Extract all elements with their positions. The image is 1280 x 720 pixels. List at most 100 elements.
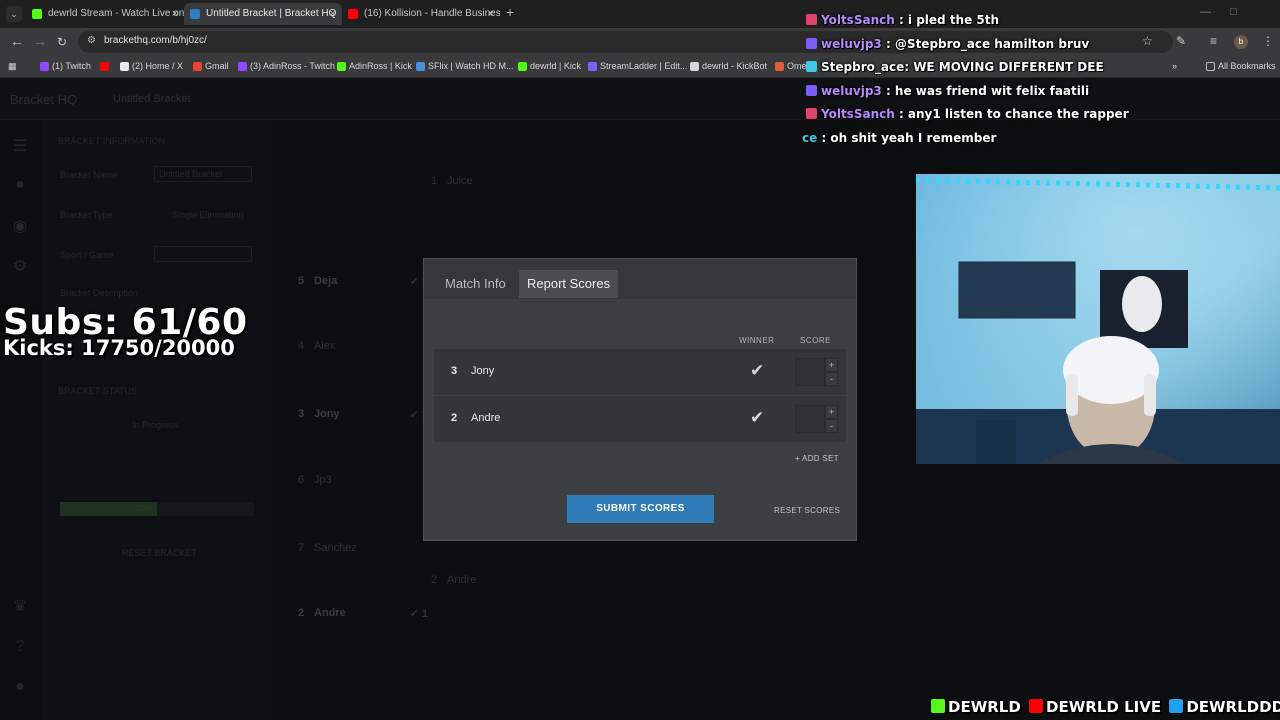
palette-icon[interactable]: ◉ — [10, 216, 30, 236]
score-decrement-button[interactable]: - — [825, 372, 838, 386]
participant-name: Andre — [471, 412, 501, 424]
kickbot-icon — [690, 62, 699, 71]
extensions-icon[interactable]: ✎ — [1176, 34, 1186, 48]
twitch-icon — [40, 62, 49, 71]
kick-icon — [518, 62, 527, 71]
maximize-icon[interactable]: □ — [1230, 6, 1237, 18]
settings-gear-icon[interactable]: ⚙ — [10, 256, 30, 276]
close-tab-icon[interactable]: × — [172, 3, 178, 25]
reset-bracket-button[interactable]: RESET BRACKET — [122, 548, 197, 558]
bracket-slot[interactable]: 3 Jony ✓ 1 — [298, 408, 428, 426]
progress-percent: 50% — [136, 504, 153, 513]
chat-message: YoltsSanch : any1 listen to chance the r… — [806, 107, 1129, 121]
new-tab-button[interactable]: + — [506, 4, 514, 20]
back-icon[interactable]: ← — [10, 33, 24, 49]
all-bookmarks[interactable]: All Bookmarks — [1206, 61, 1276, 71]
tab-report-scores[interactable]: Report Scores — [519, 270, 619, 298]
gmail-icon — [193, 62, 202, 71]
chat-message: weluvjp3 : he was friend wit felix faati… — [806, 84, 1089, 98]
submit-scores-button[interactable]: SUBMIT SCORES — [567, 495, 714, 523]
bookmark-x-home[interactable]: (2) Home / X — [120, 61, 183, 71]
chat-username: Stepbro_ace — [821, 60, 905, 74]
site-info-icon[interactable]: ⚙ — [87, 35, 96, 46]
bracket-name-input[interactable]: Untitled Bracket — [154, 166, 252, 182]
tab-bracket-hq[interactable]: Untitled Bracket | Bracket HQ × — [184, 3, 342, 25]
app-brand[interactable]: Bracket HQ — [10, 92, 77, 107]
bookmark-kickbot[interactable]: dewrld - KickBot — [690, 61, 767, 71]
omegle-icon — [775, 62, 784, 71]
score-row: 2 Andre ✔ + - — [434, 396, 846, 442]
winner-column-header: WINNER — [739, 336, 775, 345]
chat-username: ce — [802, 131, 818, 145]
downloads-icon[interactable]: ≡ — [1210, 34, 1217, 48]
score-decrement-button[interactable]: - — [825, 419, 838, 433]
score-row: 3 Jony ✔ + - — [434, 349, 846, 395]
chat-badge-icon — [806, 38, 817, 49]
bracket-slot[interactable]: 2 Andre — [431, 574, 561, 592]
tab-title: (16) Kollision - Handle Business — [364, 8, 500, 19]
reset-scores-button[interactable]: RESET SCORES — [774, 506, 840, 515]
youtube-favicon-icon — [348, 9, 358, 19]
apps-grid-icon[interactable]: ▦ — [8, 61, 17, 72]
screen: ⌄ dewrld Stream - Watch Live on × Untitl… — [0, 0, 1280, 720]
bracket-slot[interactable]: 4 Alex — [298, 340, 428, 358]
score-increment-button[interactable]: + — [825, 358, 838, 372]
participants-icon[interactable]: ● — [10, 176, 30, 196]
bracket-slot[interactable]: 2 Andre ✓ 1 — [298, 607, 428, 625]
match-modal: Match Info Report Scores WINNER SCORE 3 … — [423, 258, 857, 541]
add-set-button[interactable]: + ADD SET — [795, 454, 839, 463]
forward-icon[interactable]: → — [33, 33, 47, 49]
minimize-icon[interactable]: — — [1200, 6, 1211, 18]
tab-dewrld-stream[interactable]: dewrld Stream - Watch Live on × — [26, 3, 184, 25]
bookmark-adinross-twitch[interactable]: (3) AdinRoss - Twitch — [238, 61, 335, 71]
sport-game-input[interactable] — [154, 246, 252, 262]
bookmark-adinross-kick[interactable]: AdinRoss | Kick — [337, 61, 412, 71]
section-bracket-information: BRACKET INFORMATION — [58, 136, 166, 146]
wall-poster — [958, 261, 1076, 319]
score-input[interactable] — [795, 358, 825, 386]
bookmark-omegle[interactable]: Ome — [775, 61, 807, 71]
kick-icon — [930, 698, 946, 714]
tab-youtube[interactable]: (16) Kollision - Handle Business × — [342, 3, 500, 25]
tab-search-button[interactable]: ⌄ — [6, 6, 22, 22]
chat-message: Stepbro_ace: WE MOVING DIFFERENT DEE — [806, 60, 1104, 74]
help-icon[interactable]: ? — [10, 638, 30, 658]
chat-badge-icon — [806, 108, 817, 119]
chat-badge-icon — [806, 61, 817, 72]
winner-check-icon[interactable]: ✔ — [750, 408, 764, 428]
bracket-slot[interactable]: 7 Sanchez — [298, 542, 428, 560]
bracket-icon[interactable]: ☰ — [10, 136, 30, 156]
chat-text: : oh shit yeah I remember — [817, 131, 997, 145]
bookmarks-overflow-icon[interactable]: » — [1172, 61, 1177, 71]
account-icon[interactable]: ● — [10, 678, 30, 698]
score-increment-button[interactable]: + — [825, 405, 838, 419]
kick-favicon-icon — [32, 9, 42, 19]
reload-icon[interactable]: ↻ — [57, 35, 67, 49]
bookmark-star-icon[interactable]: ☆ — [1142, 34, 1153, 48]
chat-text: : @Stepbro_ace hamilton bruv — [881, 37, 1090, 51]
bracket-slot[interactable]: 6 Jp3 — [298, 474, 428, 492]
youtube-icon — [100, 62, 109, 71]
close-tab-icon[interactable]: × — [488, 3, 494, 25]
bracket-type-select[interactable]: Single Elimination — [172, 210, 244, 220]
winner-check-icon[interactable]: ✔ — [750, 361, 764, 381]
profile-avatar[interactable]: b — [1234, 35, 1248, 49]
close-tab-icon[interactable]: × — [330, 3, 336, 25]
social-handle: DEWRLDDD — [1186, 698, 1280, 716]
score-input[interactable] — [795, 405, 825, 433]
bracket-slot[interactable]: 1 Juice — [431, 175, 561, 193]
bracket-slot[interactable]: 5 Deja ✓ 1 — [298, 275, 428, 293]
webcam-scene — [916, 174, 1280, 464]
crown-icon[interactable]: ♛ — [10, 596, 30, 616]
sflix-icon — [416, 62, 425, 71]
bookmark-streamladder[interactable]: StreamLadder | Edit... — [588, 61, 687, 71]
participant-name: Jony — [471, 365, 495, 377]
tab-match-info[interactable]: Match Info — [437, 270, 514, 298]
bookmark-sflix[interactable]: SFlix | Watch HD M... — [416, 61, 514, 71]
bookmark-dewrld-kick[interactable]: dewrld | Kick — [518, 61, 581, 71]
browser-menu-icon[interactable]: ⋮ — [1262, 34, 1274, 48]
goose-figure — [1122, 276, 1162, 332]
bookmark-gmail[interactable]: Gmail — [193, 61, 229, 71]
bookmark-twitch[interactable]: (1) Twitch — [40, 61, 91, 71]
folder-icon — [1206, 62, 1215, 71]
